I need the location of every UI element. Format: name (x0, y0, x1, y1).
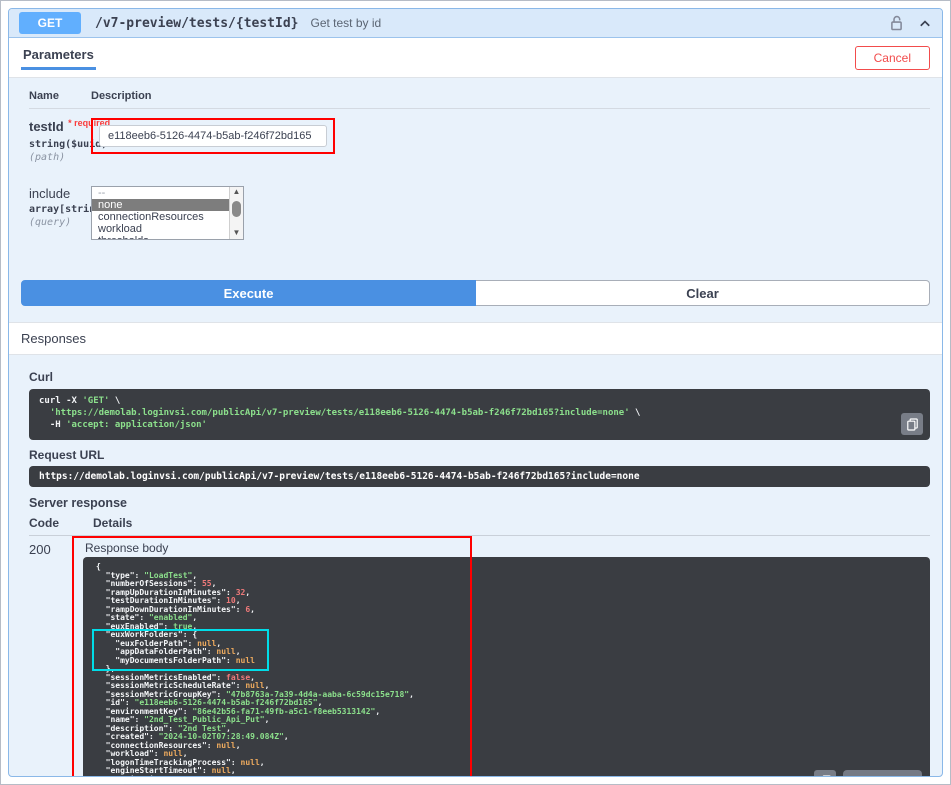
collapse-chevron-icon[interactable] (918, 17, 932, 30)
column-description: Description (91, 90, 152, 102)
listbox-scrollbar[interactable]: ▲ ▼ (229, 187, 243, 239)
response-body-json: { "type": "LoadTest", "numberOfSessions"… (96, 562, 414, 776)
response-row: 200 Response body { "type": "LoadTest", … (29, 536, 930, 776)
param-row-include: include array[string] (query) -- none co… (29, 177, 930, 240)
param-name-testid: testId (29, 119, 64, 134)
parameters-table-header: Name Description (29, 90, 930, 109)
request-url-block: https://demolab.loginvsi.com/publicApi/v… (29, 466, 930, 487)
include-listbox[interactable]: -- none connectionResources workload thr… (91, 186, 244, 240)
execute-row: Execute Clear (21, 280, 930, 306)
scrollbar-thumb[interactable] (232, 201, 241, 217)
param-type: string($uuid) (29, 139, 108, 150)
responses-area: Curl curl -X 'GET' \ 'https://demolab.lo… (9, 355, 942, 776)
curl-command: curl -X 'GET' \ 'https://demolab.loginvs… (39, 396, 641, 430)
param-type: array[string] (29, 204, 108, 215)
include-option-selected[interactable]: none (92, 199, 243, 211)
response-body-block: { "type": "LoadTest", "numberOfSessions"… (83, 557, 930, 776)
red-annotation-testid-input (91, 118, 335, 154)
clipboard-icon (822, 774, 831, 776)
server-response-label: Server response (29, 496, 127, 510)
responses-title: Responses (21, 331, 87, 346)
scroll-up-arrow-icon[interactable]: ▲ (233, 187, 241, 197)
parameters-table: Name Description testId * required strin… (9, 78, 942, 240)
swagger-operation-page: GET /v7-preview/tests/{testId} Get test … (0, 0, 951, 785)
opblock-get: GET /v7-preview/tests/{testId} Get test … (8, 8, 943, 777)
execute-button[interactable]: Execute (21, 280, 476, 306)
operation-summary: Get test by id (310, 16, 382, 30)
include-option[interactable]: -- (92, 187, 243, 199)
parameters-band: Parameters Cancel (9, 38, 942, 78)
tab-parameters[interactable]: Parameters (21, 45, 96, 70)
curl-block: curl -X 'GET' \ 'https://demolab.loginvs… (29, 389, 930, 440)
download-button[interactable]: Download (843, 770, 922, 776)
responses-band: Responses (9, 322, 942, 355)
column-name: Name (29, 90, 59, 102)
code-details-header: Code Details (29, 516, 930, 536)
cancel-button[interactable]: Cancel (854, 45, 930, 70)
param-location: (path) (29, 152, 66, 163)
curl-label: Curl (29, 370, 53, 384)
copy-curl-button[interactable] (901, 413, 923, 435)
operation-summary-bar[interactable]: GET /v7-preview/tests/{testId} Get test … (9, 9, 942, 38)
scroll-down-arrow-icon[interactable]: ▼ (233, 228, 241, 238)
request-url-value: https://demolab.loginvsi.com/publicApi/v… (39, 471, 640, 482)
include-option[interactable]: thresholds (92, 235, 243, 239)
include-option[interactable]: connectionResources (92, 211, 243, 223)
param-location: (query) (29, 217, 72, 228)
param-row-testid: testId * required string($uuid) (path) (29, 109, 930, 163)
status-code: 200 (29, 542, 51, 557)
clear-button[interactable]: Clear (476, 280, 930, 306)
column-details: Details (93, 516, 133, 530)
include-option[interactable]: workload (92, 223, 243, 235)
request-url-label: Request URL (29, 448, 105, 462)
column-code: Code (29, 516, 59, 530)
method-badge: GET (19, 12, 81, 34)
testid-input[interactable] (99, 125, 327, 147)
operation-path: /v7-preview/tests/{testId} (95, 15, 299, 31)
unlocked-padlock-icon[interactable] (889, 15, 904, 32)
response-body-label: Response body (85, 541, 169, 555)
copy-response-button[interactable] (814, 770, 837, 776)
param-name-include: include (29, 186, 71, 201)
clipboard-icon (906, 417, 918, 431)
